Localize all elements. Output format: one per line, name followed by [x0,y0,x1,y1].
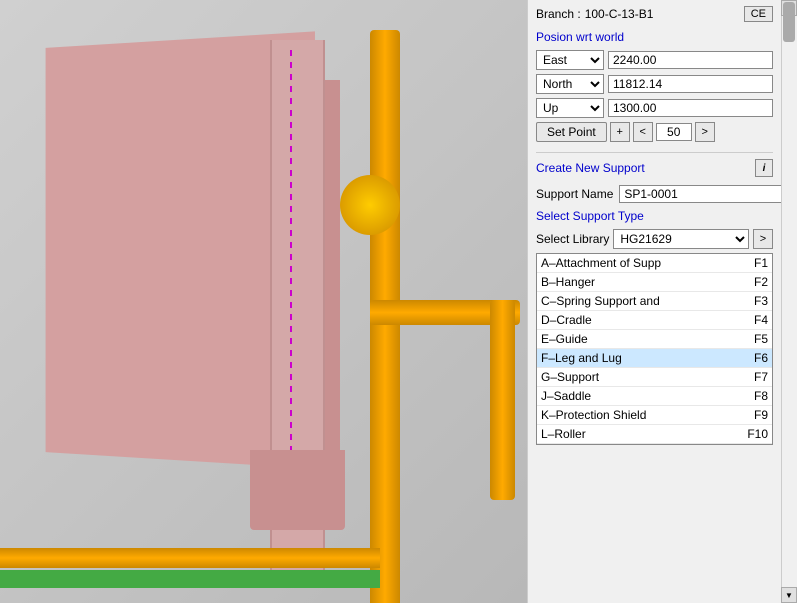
pipe-elbow-down [490,300,515,500]
position-row-up: Up East North West South Down [536,98,773,118]
support-name-input[interactable] [619,185,784,203]
position-value-east[interactable] [608,51,773,69]
support-item-name: C–Spring Support and [541,294,740,308]
support-list-item[interactable]: L–RollerF10 [537,425,772,444]
select-type-label: Select Support Type [536,209,773,223]
pipe-fitting [340,175,400,235]
library-row: Select Library HG21629 > [536,229,773,249]
setpoint-button[interactable]: Set Point [536,122,607,142]
floor-pipe-green [0,570,380,588]
position-value-north[interactable] [608,75,773,93]
3d-viewport[interactable] [0,0,527,603]
support-name-row: Support Name CE [536,185,773,203]
setpoint-row: Set Point + < > [536,122,773,142]
step-left-button[interactable]: < [633,122,653,142]
column-base [250,450,345,530]
branch-row: Branch : 100-C-13-B1 CE [536,6,773,22]
support-item-key: F7 [740,370,768,384]
panel-content: Branch : 100-C-13-B1 CE Posion wrt world… [528,0,797,603]
direction-select-north[interactable]: North East Up West South Down [536,74,604,94]
support-list-item[interactable]: C–Spring Support andF3 [537,292,772,311]
right-panel: Branch : 100-C-13-B1 CE Posion wrt world… [527,0,797,603]
support-item-key: F1 [740,256,768,270]
support-item-name: B–Hanger [541,275,740,289]
branch-label: Branch : [536,7,581,21]
position-label: Posion wrt world [536,30,773,44]
support-name-label: Support Name [536,187,613,201]
step-right-button[interactable]: > [695,122,715,142]
library-select[interactable]: HG21629 [613,229,749,249]
support-list-item[interactable]: G–SupportF7 [537,368,772,387]
direction-select-east[interactable]: East North Up West South Down [536,50,604,70]
support-item-key: F3 [740,294,768,308]
support-item-key: F8 [740,389,768,403]
support-item-key: F4 [740,313,768,327]
support-list-item[interactable]: A–Attachment of SuppF1 [537,254,772,273]
scrollbar-down-arrow[interactable]: ▼ [781,587,797,603]
create-support-label: Create New Support [536,161,645,175]
floor-pipe-yellow [0,548,380,568]
direction-select-up[interactable]: Up East North West South Down [536,98,604,118]
branch-value: 100-C-13-B1 [585,7,740,21]
support-item-key: F10 [740,427,768,441]
branch-ce-button[interactable]: CE [744,6,773,22]
support-list-item[interactable]: D–CradleF4 [537,311,772,330]
support-list-item[interactable]: F–Leg and LugF6 [537,349,772,368]
support-item-name: J–Saddle [541,389,740,403]
scrollbar-thumb[interactable] [783,2,795,42]
info-button[interactable]: i [755,159,773,177]
support-item-name: F–Leg and Lug [541,351,740,365]
plus-button[interactable]: + [610,122,630,142]
support-item-name: D–Cradle [541,313,740,327]
support-list-item[interactable]: E–GuideF5 [537,330,772,349]
support-item-key: F2 [740,275,768,289]
support-item-name: G–Support [541,370,740,384]
support-list-item[interactable]: J–SaddleF8 [537,387,772,406]
support-item-name: A–Attachment of Supp [541,256,740,270]
support-list: A–Attachment of SuppF1B–HangerF2C–Spring… [537,254,772,444]
create-support-row: Create New Support i [536,152,773,177]
support-item-key: F5 [740,332,768,346]
support-item-name: L–Roller [541,427,740,441]
support-item-key: F9 [740,408,768,422]
support-item-key: F6 [740,351,768,365]
support-list-container[interactable]: A–Attachment of SuppF1B–HangerF2C–Spring… [536,253,773,445]
position-value-up[interactable] [608,99,773,117]
support-item-name: K–Protection Shield [541,408,740,422]
support-list-item[interactable]: K–Protection ShieldF9 [537,406,772,425]
support-item-name: E–Guide [541,332,740,346]
library-nav-button[interactable]: > [753,229,773,249]
scrollbar-track: ▲ ▼ [781,0,797,603]
position-row-east: East North Up West South Down [536,50,773,70]
support-list-item[interactable]: B–HangerF2 [537,273,772,292]
position-row-north: North East Up West South Down [536,74,773,94]
step-input[interactable] [656,123,692,141]
library-label: Select Library [536,232,609,246]
